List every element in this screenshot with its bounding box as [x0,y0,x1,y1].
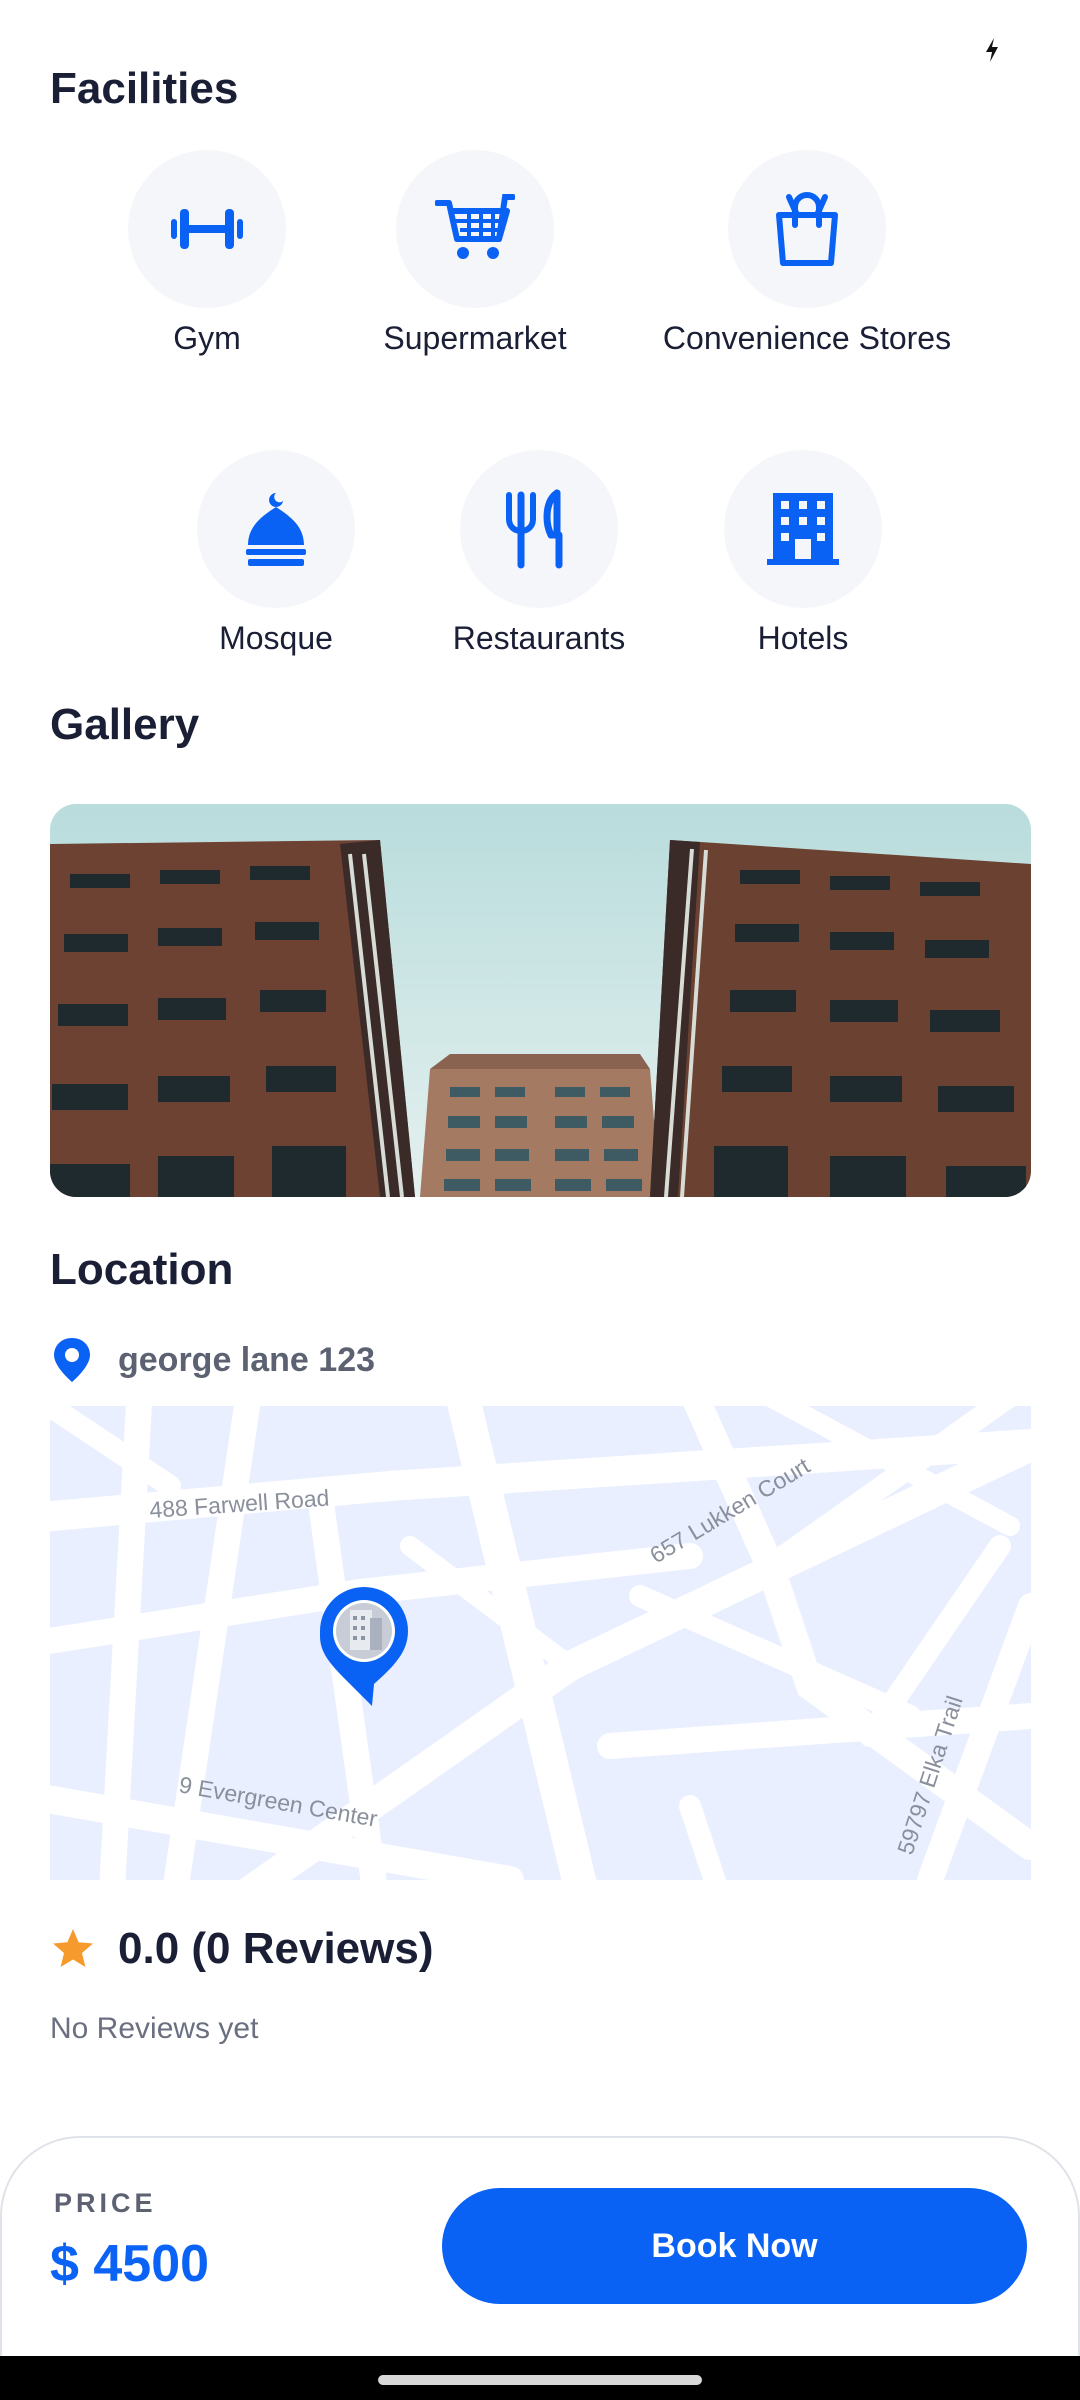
building-photo [50,804,1031,1197]
gallery-image[interactable] [50,804,1031,1197]
dumbbell-icon [171,209,243,249]
book-now-button[interactable]: Book Now [442,2188,1027,2304]
facility-circle [197,450,355,608]
facility-label: Convenience Stores [662,320,952,356]
facility-supermarket[interactable]: Supermarket [305,150,645,357]
cart-icon [435,194,515,259]
facility-circle [128,150,286,308]
facility-hotels[interactable]: Hotels [633,450,973,657]
facility-convenience-stores[interactable]: Convenience Stores [637,150,977,357]
facility-circle [396,150,554,308]
gallery-title: Gallery [50,700,200,749]
star-icon [53,1929,93,1967]
price-label: PRICE [54,2188,157,2218]
no-reviews-text: No Reviews yet [50,2012,259,2045]
mosque-icon [246,493,306,566]
building-icon [767,493,839,565]
map-streets: 488 Farwell Road 657 Lukken Court 9 Ever… [50,1406,1031,1880]
rating-row: 0.0 (0 Reviews) [50,1924,434,1974]
location-map[interactable]: 488 Farwell Road 657 Lukken Court 9 Ever… [50,1406,1031,1880]
price-value: $ 4500 [50,2235,210,2293]
address-text: george lane 123 [118,1340,376,1379]
rating-summary: 0.0 (0 Reviews) [118,1924,434,1973]
home-gesture-handle[interactable] [378,2375,702,2385]
location-title: Location [50,1245,234,1294]
shopping-bag-icon [776,192,838,266]
facility-label: Supermarket [383,320,567,356]
address-row: george lane 123 [50,1330,375,1390]
facility-label: Hotels [757,620,849,656]
facility-circle [728,150,886,308]
facility-circle [460,450,618,608]
location-pin-icon [54,1338,90,1382]
fork-knife-icon [506,489,563,569]
facility-circle [724,450,882,608]
charging-icon [986,38,998,62]
facilities-title: Facilities [50,64,239,113]
